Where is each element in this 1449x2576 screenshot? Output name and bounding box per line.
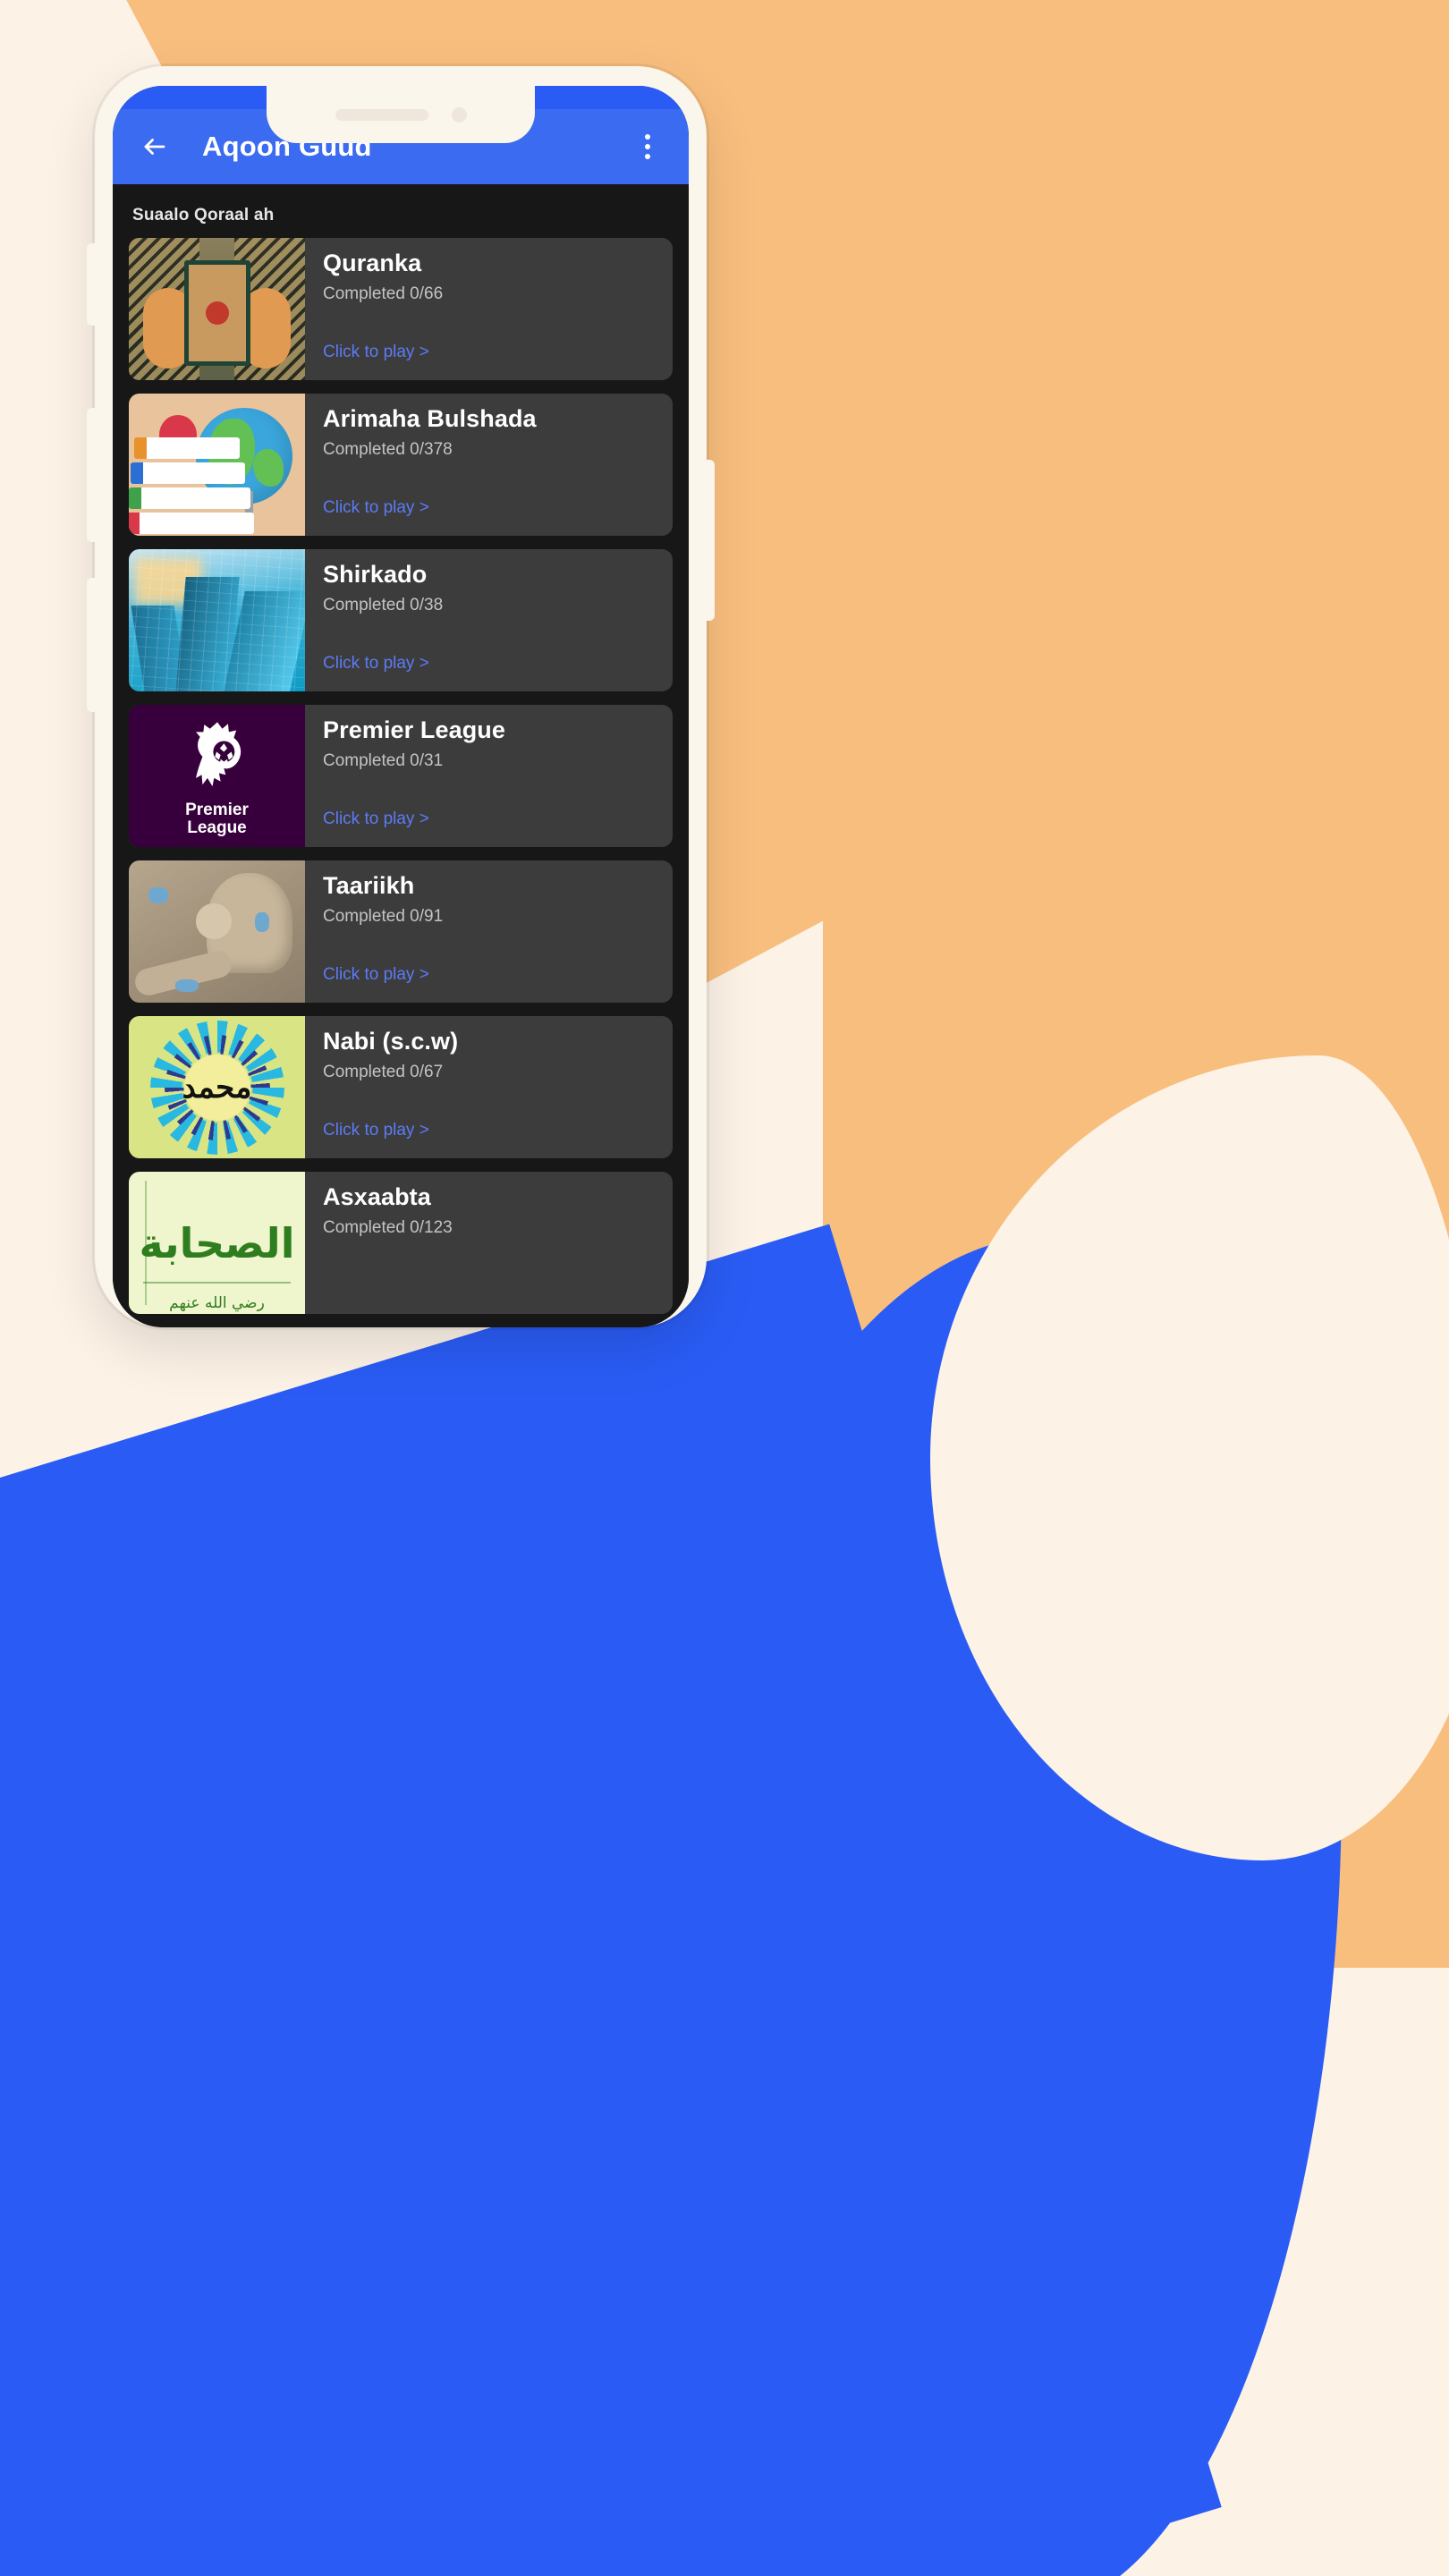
category-progress: Completed 0/67 — [323, 1063, 444, 1082]
category-list: Quranka Completed 0/66 Click to play > A… — [113, 238, 689, 1314]
phone-volume-down-button — [87, 578, 97, 712]
category-info: Nabi (s.c.w) Completed 0/67 Click to pla… — [305, 1016, 673, 1158]
category-info: Asxaabta Completed 0/123 — [305, 1172, 673, 1314]
category-card-quranka[interactable]: Quranka Completed 0/66 Click to play > — [129, 238, 673, 380]
category-thumbnail: Premier League — [129, 705, 305, 847]
category-card-arimaha-bulshada[interactable]: Arimaha Bulshada Completed 0/378 Click t… — [129, 394, 673, 536]
category-thumbnail — [129, 860, 305, 1003]
quran-book-image — [129, 238, 305, 380]
phone-screen: 20 Aqoon Guud Suaalo Qoraal ah — [113, 86, 689, 1327]
category-thumbnail: محمد — [129, 1016, 305, 1158]
category-thumbnail — [129, 238, 305, 380]
category-title: Arimaha Bulshada — [323, 405, 537, 432]
category-title: Shirkado — [323, 561, 428, 588]
category-info: Quranka Completed 0/66 Click to play > — [305, 238, 673, 380]
category-progress: Completed 0/91 — [323, 907, 444, 927]
islamic-calligraphy-mandala-image: محمد — [129, 1016, 305, 1158]
kebab-dot-3 — [645, 154, 650, 159]
phone-volume-up-button — [87, 408, 97, 542]
category-thumbnail — [129, 549, 305, 691]
category-info: Taariikh Completed 0/91 Click to play > — [305, 860, 673, 1003]
category-title: Nabi (s.c.w) — [323, 1028, 459, 1055]
calligraphy-subtext: رضي الله عنهم — [169, 1294, 265, 1312]
front-camera-icon — [451, 106, 467, 123]
books-globe-apple-image — [129, 394, 305, 536]
phone-side-button-top — [87, 243, 97, 326]
play-link[interactable]: Click to play > — [323, 965, 673, 985]
play-link[interactable]: Click to play > — [323, 654, 673, 674]
skyscrapers-image — [129, 549, 305, 691]
category-card-premier-league[interactable]: Premier League Premier League Completed … — [129, 705, 673, 847]
calligraphy-text: الصحابة — [139, 1218, 296, 1267]
category-progress: Completed 0/123 — [323, 1218, 453, 1238]
category-card-taariikh[interactable]: Taariikh Completed 0/91 Click to play > — [129, 860, 673, 1003]
premier-league-lion-icon — [195, 722, 241, 787]
calligraphy-text: محمد — [182, 1054, 251, 1121]
phone-notch — [267, 86, 535, 143]
arrow-left-icon — [144, 139, 165, 155]
category-progress: Completed 0/38 — [323, 596, 444, 615]
category-progress: Completed 0/66 — [323, 284, 444, 304]
earpiece-speaker-icon — [335, 108, 428, 121]
premier-league-wordmark: Premier League — [185, 801, 249, 836]
category-info: Premier League Completed 0/31 Click to p… — [305, 705, 673, 847]
category-title: Taariikh — [323, 872, 415, 899]
category-thumbnail: الصحابة رضي الله عنهم — [129, 1172, 305, 1314]
category-card-nabi[interactable]: محمد Nabi (s.c.w) Completed 0/67 Click t… — [129, 1016, 673, 1158]
category-info: Arimaha Bulshada Completed 0/378 Click t… — [305, 394, 673, 536]
category-progress: Completed 0/31 — [323, 751, 444, 771]
play-link[interactable]: Click to play > — [323, 809, 673, 829]
pl-word-line1: Premier — [185, 801, 249, 820]
phone-power-button — [704, 460, 715, 621]
play-link[interactable]: Click to play > — [323, 343, 673, 362]
phone-mockup-frame: 20 Aqoon Guud Suaalo Qoraal ah — [87, 66, 715, 1327]
play-link[interactable]: Click to play > — [323, 498, 673, 518]
content-area[interactable]: Suaalo Qoraal ah Quranka Completed 0/66 — [113, 184, 689, 1327]
category-title: Premier League — [323, 716, 505, 743]
category-card-asxaabta[interactable]: الصحابة رضي الله عنهم Asxaabta Completed… — [129, 1172, 673, 1314]
section-header: Suaalo Qoraal ah — [132, 206, 275, 225]
back-button[interactable] — [134, 126, 175, 167]
category-info: Shirkado Completed 0/38 Click to play > — [305, 549, 673, 691]
category-title: Quranka — [323, 250, 422, 276]
as-sahaba-arabic-image: الصحابة رضي الله عنهم — [129, 1172, 305, 1314]
category-title: Asxaabta — [323, 1183, 431, 1210]
kebab-dot-2 — [645, 144, 650, 149]
premier-league-logo: Premier League — [129, 705, 305, 847]
category-progress: Completed 0/378 — [323, 440, 453, 460]
egyptian-relief-image — [129, 860, 305, 1003]
pl-word-line2: League — [187, 818, 247, 837]
overflow-menu-button[interactable] — [628, 127, 667, 166]
category-card-shirkado[interactable]: Shirkado Completed 0/38 Click to play > — [129, 549, 673, 691]
play-link[interactable]: Click to play > — [323, 1121, 673, 1140]
kebab-dot-1 — [645, 134, 650, 140]
category-thumbnail — [129, 394, 305, 536]
